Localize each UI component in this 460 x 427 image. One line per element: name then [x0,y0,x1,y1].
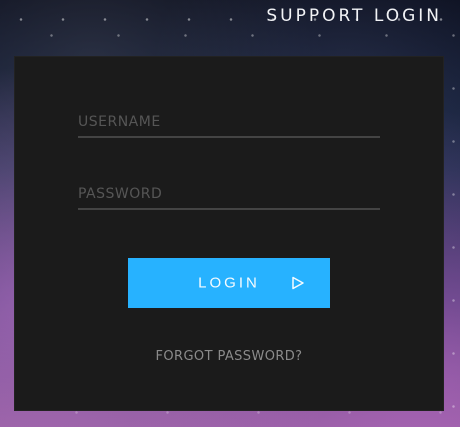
login-panel: LOGIN FORGOT PASSWORD? [14,56,444,411]
username-field[interactable] [78,108,380,138]
login-button[interactable]: LOGIN [128,258,330,308]
password-input[interactable] [78,180,380,208]
play-arrow-icon [291,276,305,290]
password-field[interactable] [78,180,380,210]
login-button-label: LOGIN [198,274,260,292]
username-input[interactable] [78,108,380,136]
page-title: SUPPORT LOGIN [266,6,442,26]
forgot-password-link[interactable]: FORGOT PASSWORD? [14,349,444,364]
